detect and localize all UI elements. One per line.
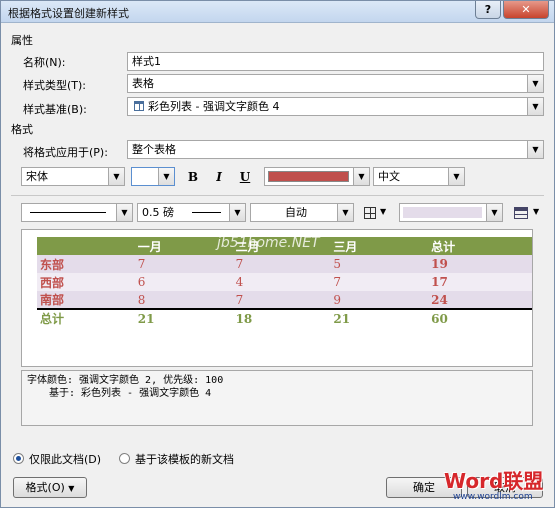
font-size-select[interactable]: ▼ — [131, 167, 175, 186]
description-line: 字体颜色: 强调文字颜色 2, 优先级: 100 — [27, 375, 224, 386]
font-value: 宋体 — [26, 170, 48, 183]
preview-header-cell — [37, 237, 135, 255]
style-preview: 一月 二月 三月 总计 东部 7 7 5 19 西部 6 4 7 17 南部 8… — [21, 229, 533, 367]
chevron-down-icon[interactable]: ▼ — [108, 168, 124, 185]
preview-cell: 4 — [235, 275, 244, 289]
border-weight-value: 0.5 磅 — [142, 206, 174, 219]
preview-row-total: 24 — [431, 292, 448, 307]
line-weight-sample — [192, 212, 221, 213]
chevron-down-icon[interactable]: ▼ — [527, 141, 543, 158]
format-menu-button[interactable]: 格式(O) ▼ — [13, 477, 87, 498]
chevron-down-icon: ▼ — [68, 484, 75, 493]
style-type-select[interactable]: 表格 ▼ — [127, 74, 544, 93]
chevron-down-icon[interactable]: ▼ — [380, 207, 386, 216]
chevron-down-icon[interactable]: ▼ — [158, 168, 174, 185]
preview-row-label: 东部 — [40, 257, 65, 272]
font-select[interactable]: 宋体 ▼ — [21, 167, 125, 186]
preview-total-label: 总计 — [40, 312, 65, 326]
border-style-select[interactable]: ▼ — [21, 203, 133, 222]
brand-url: www.wordlm.com — [453, 492, 533, 502]
format-section-title: 格式 — [11, 123, 33, 136]
style-type-label: 样式类型(T): — [23, 79, 87, 92]
preview-cell: 6 — [137, 275, 146, 289]
borders-grid-icon — [364, 207, 376, 219]
preview-data-row: 南部 8 7 9 24 — [37, 291, 532, 309]
chevron-down-icon[interactable]: ▼ — [116, 204, 132, 221]
preview-cell: 7 — [235, 257, 244, 271]
chevron-down-icon[interactable]: ▼ — [353, 168, 369, 185]
alignment-icon — [514, 207, 528, 219]
preview-data-row: 东部 7 7 5 19 — [37, 255, 532, 273]
style-base-value: 彩色列表 - 强调文字颜色 4 — [148, 100, 280, 113]
format-button-label: 格式(O) — [25, 481, 65, 494]
template-label[interactable]: 基于该模板的新文档 — [135, 451, 234, 467]
borders-button[interactable]: ▼ — [361, 204, 391, 222]
name-label: 名称(N): — [23, 56, 66, 69]
language-value: 中文 — [378, 170, 400, 183]
preview-total-cell: 21 — [137, 311, 155, 326]
bold-button[interactable]: B — [183, 167, 203, 187]
font-color-swatch — [268, 171, 349, 182]
border-weight-select[interactable]: 0.5 磅 ▼ — [137, 203, 246, 222]
chevron-down-icon[interactable]: ▼ — [486, 204, 502, 221]
window-title: 根据格式设置创建新样式 — [8, 7, 129, 20]
style-type-value: 表格 — [132, 77, 154, 90]
dialog-window: 根据格式设置创建新样式 ? ✕ 属性 名称(N): 样式1 样式类型(T): 表… — [0, 0, 555, 508]
border-color-value: 自动 — [285, 206, 307, 219]
apply-to-select[interactable]: 整个表格 ▼ — [127, 140, 544, 159]
table-style-icon — [134, 101, 144, 111]
divider — [11, 195, 544, 196]
chevron-down-icon[interactable]: ▼ — [229, 204, 245, 221]
preview-header-cell: 三月 — [333, 239, 358, 254]
this-document-label[interactable]: 仅限此文档(D) — [29, 451, 101, 467]
preview-cell: 7 — [235, 292, 244, 307]
line-style-sample — [30, 212, 106, 213]
watermark: jb51home.NET — [217, 235, 320, 251]
name-input[interactable]: 样式1 — [127, 52, 544, 71]
help-button[interactable]: ? — [475, 1, 501, 19]
preview-cell: 5 — [333, 257, 342, 271]
chevron-down-icon[interactable]: ▼ — [533, 207, 539, 216]
apply-to-value: 整个表格 — [132, 143, 176, 156]
close-button[interactable]: ✕ — [503, 1, 549, 19]
properties-section-title: 属性 — [11, 34, 33, 47]
chevron-down-icon[interactable]: ▼ — [448, 168, 464, 185]
preview-total-cell: 21 — [333, 311, 351, 326]
preview-total-cell: 18 — [235, 311, 253, 326]
preview-row-total: 17 — [431, 275, 448, 289]
preview-total-row: 总计 21 18 21 60 — [37, 309, 532, 327]
title-bar: 根据格式设置创建新样式 ? ✕ — [1, 1, 554, 23]
preview-row-total: 19 — [431, 257, 448, 271]
style-base-label: 样式基准(B): — [23, 103, 87, 116]
language-select[interactable]: 中文 ▼ — [373, 167, 465, 186]
underline-button[interactable]: U — [235, 167, 255, 187]
preview-total-cell: 60 — [431, 311, 448, 326]
chevron-down-icon[interactable]: ▼ — [527, 75, 543, 92]
chevron-down-icon[interactable]: ▼ — [527, 98, 543, 115]
template-radio[interactable] — [119, 453, 130, 464]
description-line: 基于: 彩色列表 - 强调文字颜色 4 — [49, 388, 212, 399]
font-color-select[interactable]: ▼ — [264, 167, 370, 186]
shading-select[interactable]: ▼ — [399, 203, 503, 222]
this-document-radio[interactable] — [13, 453, 24, 464]
preview-cell: 8 — [137, 292, 146, 307]
preview-cell: 7 — [333, 275, 342, 289]
shading-swatch — [403, 207, 482, 218]
style-description: 字体颜色: 强调文字颜色 2, 优先级: 100 基于: 彩色列表 - 强调文字… — [21, 370, 533, 426]
preview-header-cell: 总计 — [431, 239, 456, 254]
preview-row-label: 西部 — [40, 275, 65, 290]
border-color-select[interactable]: 自动 ▼ — [250, 203, 354, 222]
preview-cell: 9 — [333, 292, 342, 307]
preview-data-row: 西部 6 4 7 17 — [37, 273, 532, 291]
alignment-button[interactable]: ▼ — [511, 204, 543, 222]
italic-button[interactable]: I — [209, 167, 229, 187]
preview-cell: 7 — [137, 257, 146, 271]
chevron-down-icon[interactable]: ▼ — [337, 204, 353, 221]
apply-to-label: 将格式应用于(P): — [23, 146, 108, 159]
style-base-select[interactable]: 彩色列表 - 强调文字颜色 4 ▼ — [127, 97, 544, 116]
preview-row-label: 南部 — [40, 293, 65, 307]
brand-logo: Word联盟 — [444, 469, 544, 493]
